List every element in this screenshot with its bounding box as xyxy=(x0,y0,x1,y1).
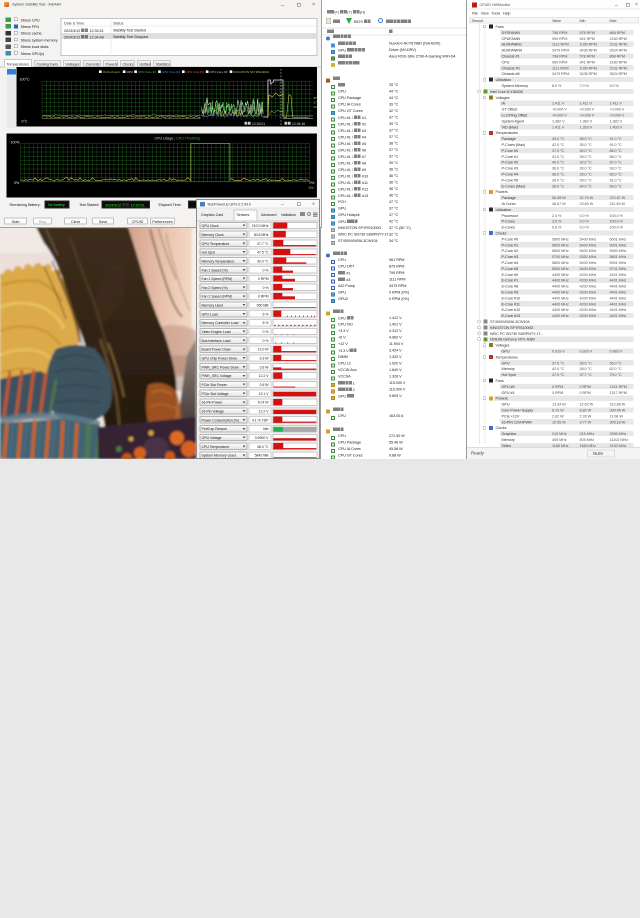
svg-text:2%: 2% xyxy=(309,186,314,190)
svg-text:0%: 0% xyxy=(14,181,20,185)
svg-text:CPU: CPU xyxy=(126,70,132,74)
svg-text:37: 37 xyxy=(313,96,317,100)
svg-text:100%: 100% xyxy=(11,141,21,145)
svg-text:CPU Core #3: CPU Core #3 xyxy=(186,70,204,74)
svg-text:0°C: 0°C xyxy=(22,119,28,123)
svg-text:Motherboard: Motherboard xyxy=(103,70,121,74)
svg-text:CPU Core #2: CPU Core #2 xyxy=(162,70,180,74)
svg-text:CPU Core #4: CPU Core #4 xyxy=(209,70,227,74)
svg-text:12:33:01: 12:33:01 xyxy=(252,122,265,126)
svg-text:CPU Usage | CPU Throttling: CPU Usage | CPU Throttling xyxy=(155,137,200,141)
svg-text:0%: 0% xyxy=(310,181,315,185)
svg-text:25: 25 xyxy=(313,105,317,109)
svg-text:17: 17 xyxy=(313,100,317,104)
svg-text:KINGSTON SFYRS1000G: KINGSTON SFYRS1000G xyxy=(233,70,269,74)
svg-text:12:34:46: 12:34:46 xyxy=(292,122,305,126)
svg-text:CPU Core #1: CPU Core #1 xyxy=(138,70,156,74)
svg-text:100°C: 100°C xyxy=(20,78,30,82)
